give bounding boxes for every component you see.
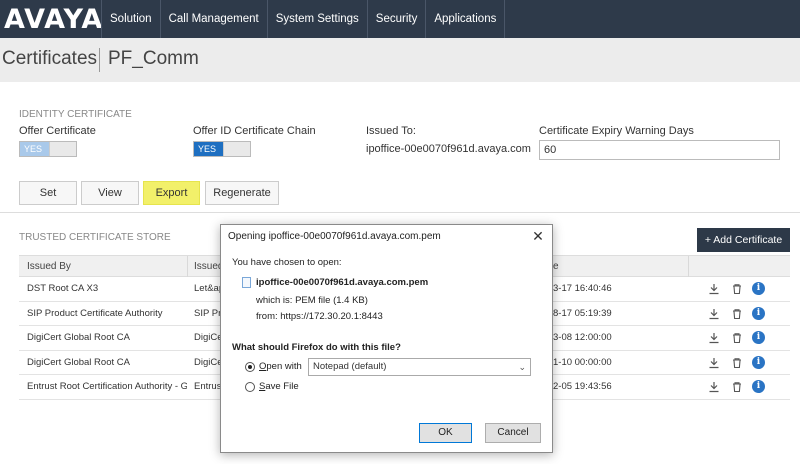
ok-button[interactable]: OK — [419, 423, 472, 443]
open-with-text: pen with — [266, 361, 302, 372]
title-divider — [99, 48, 100, 72]
chevron-down-icon: ⌄ — [518, 362, 526, 372]
issued-to-label: Issued To: — [366, 125, 416, 137]
file-source-text: from: https://172.30.20.1:8443 — [256, 311, 383, 322]
offer-chain-toggle[interactable]: YES — [193, 141, 251, 157]
page-title: Certificates — [2, 48, 98, 69]
nav-call-management[interactable]: Call Management — [159, 0, 267, 38]
file-type-text: which is: PEM file (1.4 KB) — [256, 295, 368, 306]
info-icon[interactable]: i — [752, 380, 765, 393]
save-file-radio[interactable] — [245, 382, 255, 392]
offer-chain-label: Offer ID Certificate Chain — [193, 125, 316, 137]
nav-solution[interactable]: Solution — [101, 0, 160, 38]
nav-system-settings[interactable]: System Settings — [266, 0, 367, 38]
date-cell: 2-05 19:43:56 — [553, 381, 612, 392]
action-question: What should Firefox do with this file? — [232, 342, 401, 353]
col-expiry[interactable]: e — [553, 256, 559, 277]
add-certificate-button[interactable]: + Add Certificate — [697, 228, 790, 252]
expiry-warning-label: Certificate Expiry Warning Days — [539, 125, 694, 137]
info-icon[interactable]: i — [752, 282, 765, 295]
dialog-title: Opening ipoffice-00e0070f961d.avaya.com.… — [228, 231, 441, 242]
trash-icon[interactable] — [731, 357, 743, 369]
top-navigation-bar: AVAYA Solution Call Management System Se… — [0, 0, 800, 38]
regenerate-button[interactable]: Regenerate — [205, 181, 279, 205]
avaya-logo[interactable]: AVAYA — [4, 4, 103, 35]
download-icon[interactable] — [708, 357, 720, 369]
open-with-app: Notepad (default) — [313, 361, 387, 372]
issued-by-cell: SIP Product Certificate Authority — [27, 307, 163, 319]
open-with-radio[interactable] — [245, 362, 255, 372]
issued-by-cell: DigiCert Global Root CA — [27, 332, 130, 343]
issued-by-cell: Entrust Root Certification Authority - G… — [27, 381, 187, 392]
download-icon[interactable] — [708, 332, 720, 344]
issued-by-cell: DigiCert Global Root CA — [27, 356, 130, 368]
date-cell: 1-10 00:00:00 — [553, 356, 612, 368]
nav-security[interactable]: Security — [366, 0, 426, 38]
trash-icon[interactable] — [731, 308, 743, 320]
download-icon[interactable] — [708, 283, 720, 295]
toggle-on-label: YES — [194, 142, 224, 156]
column-divider — [187, 256, 188, 277]
identity-section-label: IDENTITY CERTIFICATE — [19, 109, 132, 120]
download-icon[interactable] — [708, 308, 720, 320]
section-divider — [0, 212, 800, 213]
date-cell: 3-08 12:00:00 — [553, 332, 612, 343]
page-subtitle: PF_Comm — [108, 48, 199, 69]
radio-selected-dot — [248, 365, 252, 369]
cancel-button[interactable]: Cancel — [485, 423, 541, 443]
save-file-label[interactable]: Save File — [259, 381, 299, 392]
file-icon — [242, 277, 251, 288]
expiry-warning-input[interactable]: 60 — [539, 140, 780, 160]
main-nav: Solution Call Management System Settings… — [101, 0, 506, 38]
toggle-knob — [223, 142, 250, 156]
trash-icon[interactable] — [731, 283, 743, 295]
issued-by-cell: DST Root CA X3 — [27, 283, 99, 294]
open-with-label[interactable]: Open with — [259, 361, 302, 372]
date-cell: 3-17 16:40:46 — [553, 283, 612, 294]
trusted-store-label: TRUSTED CERTIFICATE STORE — [19, 232, 171, 243]
download-icon[interactable] — [708, 381, 720, 393]
info-icon[interactable]: i — [752, 306, 765, 320]
info-icon[interactable]: i — [752, 331, 765, 344]
toggle-on-label: YES — [20, 142, 50, 156]
issued-to-value: ipoffice-00e0070f961d.avaya.com — [366, 143, 531, 155]
trash-icon[interactable] — [731, 381, 743, 393]
open-file-dialog: Opening ipoffice-00e0070f961d.avaya.com.… — [220, 224, 553, 453]
info-icon[interactable]: i — [752, 355, 765, 369]
col-issued-by[interactable]: Issued By — [27, 256, 71, 277]
view-button[interactable]: View — [81, 181, 139, 205]
save-file-text: ave File — [265, 381, 299, 392]
toggle-knob — [49, 142, 76, 156]
close-icon[interactable]: ✕ — [530, 228, 546, 245]
offer-certificate-label: Offer Certificate — [19, 125, 96, 137]
chosen-text: You have chosen to open: — [232, 257, 342, 268]
open-with-select[interactable]: Notepad (default) ⌄ — [308, 358, 531, 376]
dialog-filename: ipoffice-00e0070f961d.avaya.com.pem — [256, 277, 429, 288]
trash-icon[interactable] — [731, 332, 743, 344]
nav-applications[interactable]: Applications — [425, 0, 506, 38]
export-button[interactable]: Export — [143, 181, 200, 205]
set-button[interactable]: Set — [19, 181, 77, 205]
offer-certificate-toggle[interactable]: YES — [19, 141, 77, 157]
column-divider — [688, 256, 689, 277]
date-cell: 8-17 05:19:39 — [553, 307, 612, 319]
